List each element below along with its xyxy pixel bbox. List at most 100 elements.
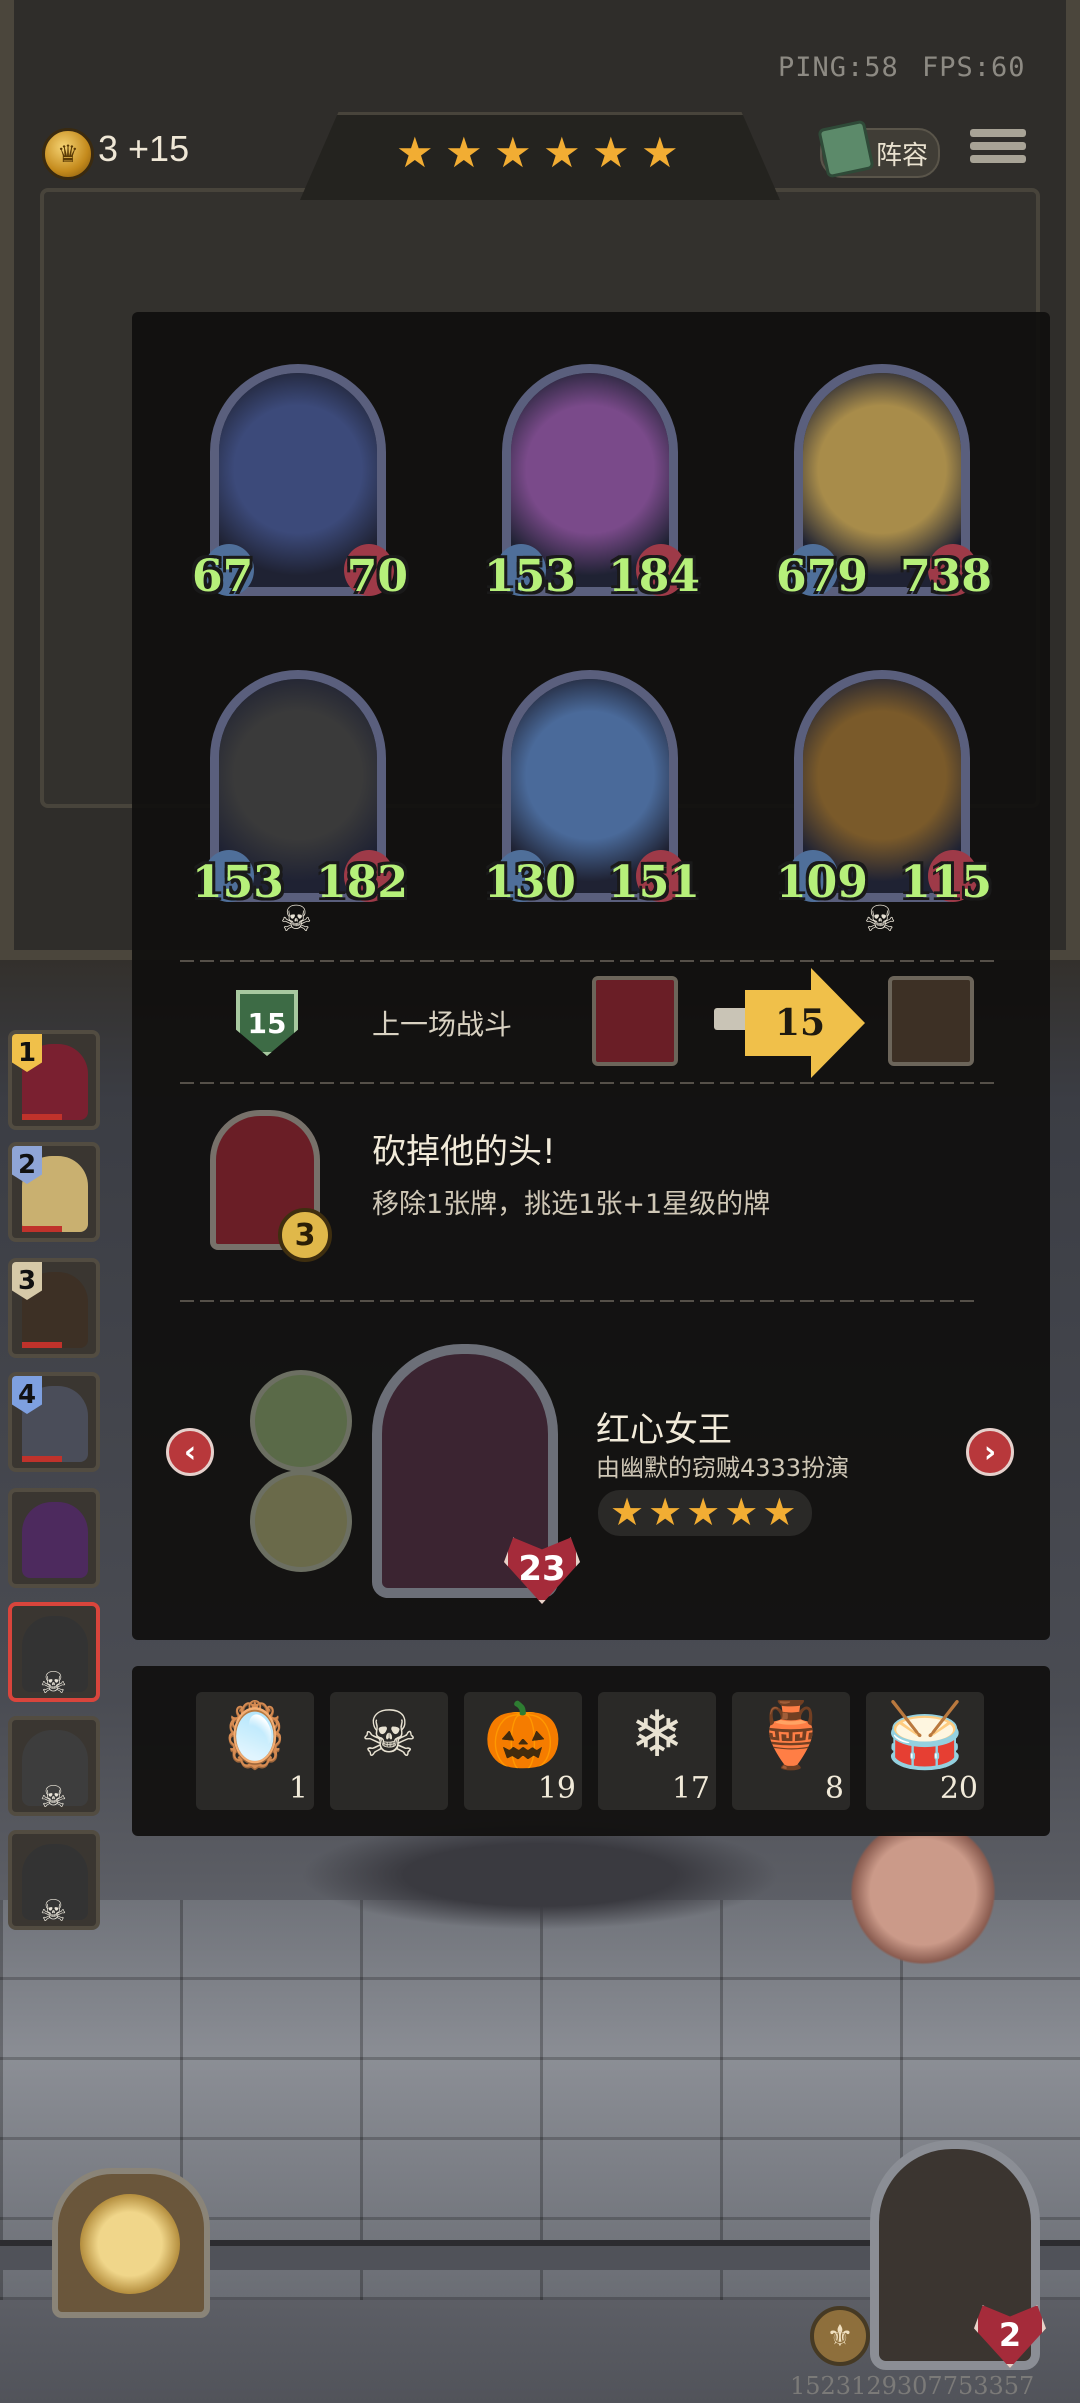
- health-bar: [22, 1114, 62, 1120]
- health-bar: [22, 1456, 62, 1462]
- lineup-book-icon: [817, 119, 875, 179]
- gold-counter: 3 +15: [98, 128, 190, 169]
- health-bar: [22, 1342, 62, 1348]
- warband-minion[interactable]: 130 151: [484, 670, 700, 908]
- roster-opponent[interactable]: [8, 1488, 100, 1588]
- warband-minion[interactable]: 153 182 ☠: [192, 670, 408, 940]
- tavern-star-icon: ★: [592, 128, 630, 177]
- opponent-avatar: [22, 1502, 88, 1578]
- pumpkin-icon: 🎃: [483, 1699, 563, 1773]
- divider: [180, 1082, 1000, 1084]
- crown-coin-icon: ♛: [42, 128, 94, 180]
- player-health-value: 2: [998, 2316, 1022, 2354]
- bat-ornament: [300, 1820, 780, 1930]
- roster-opponent[interactable]: 4: [8, 1372, 100, 1472]
- tavern-star-icon: ★: [641, 128, 679, 177]
- hero-star-icon: ★: [610, 1490, 645, 1534]
- buddy-rose-icon[interactable]: [250, 1370, 352, 1472]
- snowflake-icon: ❄: [630, 1698, 684, 1772]
- attacker-portrait[interactable]: [592, 976, 678, 1066]
- minion-health: 115: [900, 857, 992, 908]
- warband-minion[interactable]: 679 738: [776, 364, 992, 602]
- damage-value: 15: [774, 1002, 826, 1044]
- moon-window-icon: [80, 2194, 180, 2294]
- hero-player-name: 由幽默的窃贼4333扮演: [596, 1454, 850, 1482]
- hero-star-icon: ★: [686, 1490, 721, 1534]
- next-opponent-button[interactable]: ›: [966, 1428, 1014, 1476]
- roster-opponent[interactable]: ☠: [8, 1602, 100, 1702]
- trinket-slot[interactable]: 🪞 1: [196, 1692, 314, 1810]
- defender-portrait[interactable]: [888, 976, 974, 1066]
- menu-icon-bar: [970, 142, 1026, 150]
- hero-power-name: 砍掉他的头!: [372, 1132, 556, 1172]
- minion-health: 182: [316, 857, 408, 908]
- lineup-label: 阵容: [876, 140, 929, 171]
- minion-attack: 67: [192, 551, 254, 602]
- health-bar: [22, 1226, 62, 1232]
- roster-opponent[interactable]: ☠: [8, 1830, 100, 1930]
- tavern-tier-banner: [300, 112, 780, 200]
- hero-power-description: 移除1张牌，挑选1张+1星级的牌: [372, 1189, 771, 1220]
- hero-power-level: 3: [278, 1208, 332, 1262]
- tavern-star-icon: ★: [543, 128, 581, 177]
- minion-health: 738: [900, 551, 992, 602]
- trinket-slot[interactable]: ☠: [330, 1692, 448, 1810]
- menu-icon-bar: [970, 155, 1026, 163]
- fps-readout: FPS:60: [922, 52, 1026, 83]
- last-battle-label: 上一场战斗: [372, 1008, 513, 1041]
- hero-name: 红心女王: [596, 1410, 732, 1450]
- trinket-count: 8: [824, 1771, 844, 1806]
- hero-health-value: 23: [518, 1549, 566, 1589]
- minion-health: 70: [346, 551, 408, 602]
- deathrattle-skull-icon: ☠: [864, 899, 897, 940]
- treasure-bowl-icon: 🏺: [751, 1699, 831, 1773]
- divider: [180, 960, 1000, 962]
- skull-icon: ☠: [40, 1780, 67, 1815]
- warband-minion[interactable]: 109 115 ☠: [776, 670, 992, 940]
- player-hero-power-icon[interactable]: ⚜: [810, 2306, 870, 2366]
- skull-mask-icon: ☠: [360, 1698, 418, 1772]
- trinket-slot[interactable]: 🎃 19: [464, 1692, 582, 1810]
- roster-opponent[interactable]: 1: [8, 1030, 100, 1130]
- warband-minion[interactable]: 67 70: [192, 364, 408, 602]
- trinket-slot[interactable]: 🥁 20: [866, 1692, 984, 1810]
- trinket-count: 17: [671, 1771, 710, 1806]
- roster-opponent[interactable]: ☠: [8, 1716, 100, 1816]
- pig-npc[interactable]: [848, 1832, 998, 1982]
- tavern-tier-value: 15: [247, 1006, 287, 1040]
- divider: [180, 1300, 980, 1302]
- menu-button[interactable]: [970, 124, 1026, 180]
- hero-star-icon: ★: [648, 1490, 683, 1534]
- roster-opponent[interactable]: 2: [8, 1142, 100, 1242]
- hero-star-icon: ★: [724, 1490, 759, 1534]
- session-id: 1523129307753357: [790, 2372, 1035, 2400]
- menu-icon-bar: [970, 129, 1026, 137]
- ping-readout: PING:58: [778, 52, 899, 83]
- trinket-count: 19: [537, 1771, 576, 1806]
- minion-attack: 109: [776, 857, 868, 908]
- trinket-slot[interactable]: 🏺 8: [732, 1692, 850, 1810]
- hero-star-icon: ★: [762, 1490, 797, 1534]
- hero-rating-stars: ★ ★ ★ ★ ★: [598, 1490, 813, 1536]
- prev-opponent-button[interactable]: ‹: [166, 1428, 214, 1476]
- tavern-star-icon: ★: [396, 128, 434, 177]
- trinket-count: 20: [939, 1771, 978, 1806]
- skull-icon: ☠: [40, 1894, 67, 1929]
- minion-attack: 153: [192, 857, 284, 908]
- minion-attack: 679: [776, 551, 868, 602]
- trinket-count: 1: [288, 1771, 308, 1806]
- skull-icon: ☠: [40, 1666, 67, 1701]
- drum-icon: 🥁: [885, 1699, 965, 1773]
- roster-opponent[interactable]: 3: [8, 1258, 100, 1358]
- tavern-star-icon: ★: [494, 128, 532, 177]
- deathrattle-skull-icon: ☠: [280, 899, 313, 940]
- warband-minion[interactable]: 153 184: [484, 364, 700, 602]
- tavern-star-icon: ★: [445, 128, 483, 177]
- minion-attack: 153: [484, 551, 576, 602]
- minion-attack: 130: [484, 857, 576, 908]
- mirror-icon: 🪞: [215, 1699, 295, 1773]
- buddy-tree-icon[interactable]: [250, 1470, 352, 1572]
- trinket-slot[interactable]: ❄ 17: [598, 1692, 716, 1810]
- minion-health: 184: [608, 551, 700, 602]
- hero-power-level-value: 3: [294, 1217, 316, 1253]
